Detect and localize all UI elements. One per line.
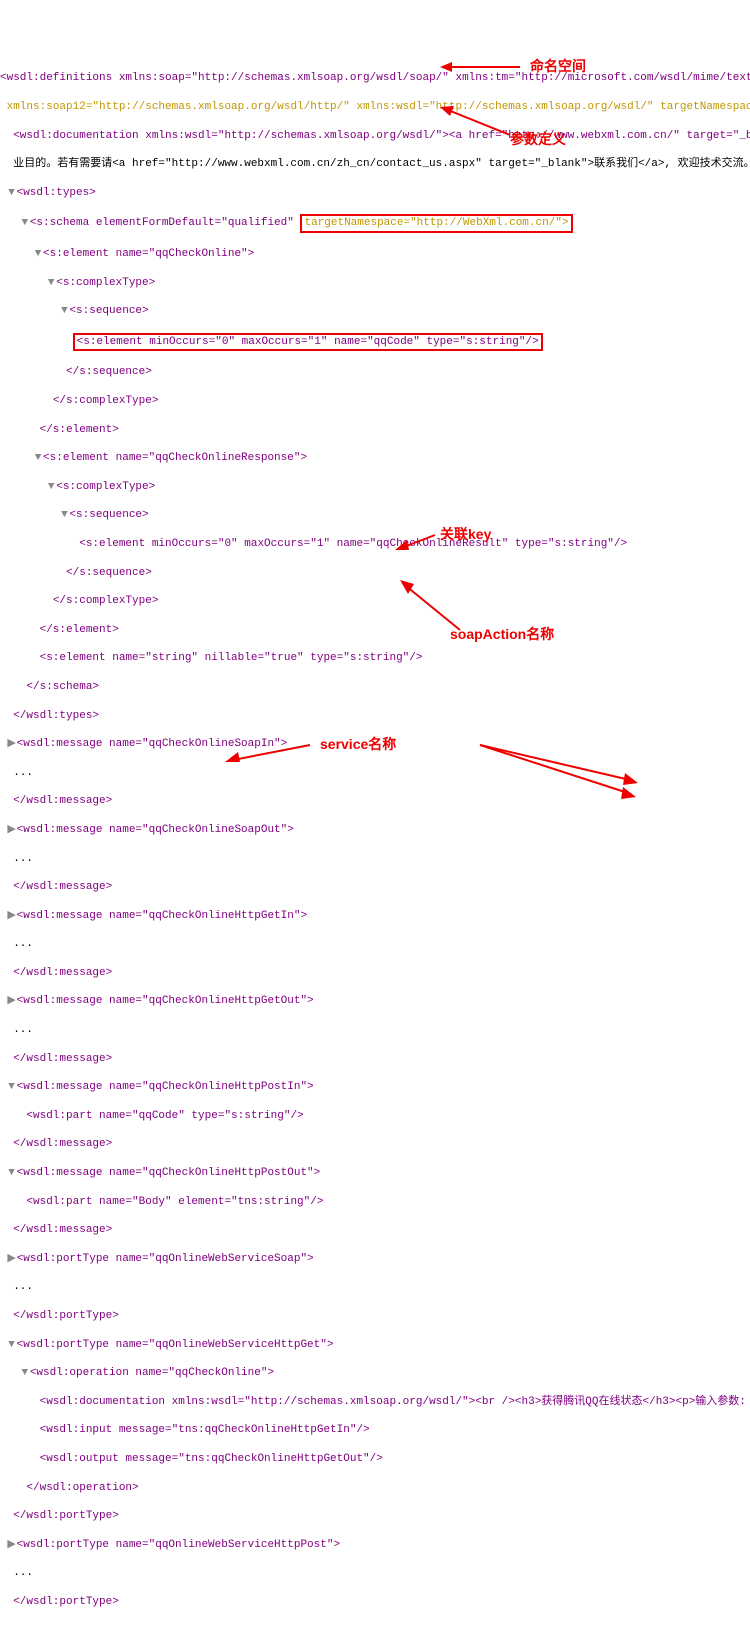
param-def-box: <s:element minOccurs="0" maxOccurs="1" n…	[73, 333, 543, 351]
arrow-icon	[480, 745, 640, 805]
arrow-icon	[440, 60, 530, 74]
expand-arrow[interactable]: ▼	[7, 186, 17, 200]
arrow-icon	[395, 530, 440, 550]
anno-namespace: 命名空间	[530, 57, 586, 75]
target-namespace-box: targetNamespace="http://WebXml.com.cn/">	[300, 214, 572, 232]
arrow-icon	[225, 740, 315, 765]
arrow-icon	[440, 100, 520, 140]
arrow-icon	[400, 580, 470, 635]
code-viewer: <wsdl:definitions xmlns:soap="http://sch…	[0, 57, 750, 1632]
anno-key: 关联key	[440, 525, 491, 543]
xml-line: <wsdl:definitions xmlns:soap="http://sch…	[0, 72, 750, 84]
anno-service: service名称	[320, 735, 396, 753]
